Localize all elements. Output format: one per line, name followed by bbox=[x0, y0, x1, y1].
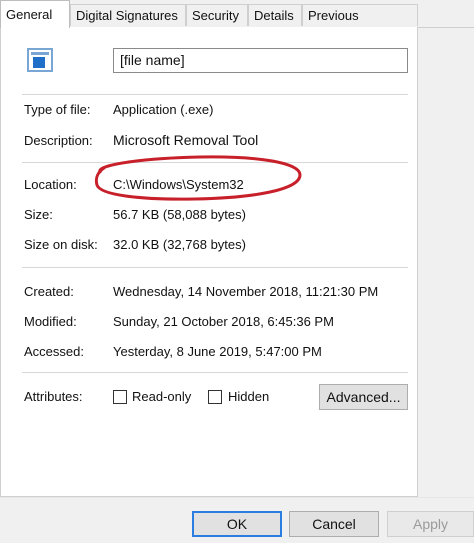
separator bbox=[22, 94, 408, 95]
read-only-label[interactable]: Read-only bbox=[132, 389, 191, 404]
size-on-disk-label: Size on disk: bbox=[24, 237, 98, 252]
ok-button[interactable]: OK bbox=[192, 511, 282, 537]
accessed-label: Accessed: bbox=[24, 344, 84, 359]
advanced-button[interactable]: Advanced... bbox=[319, 384, 408, 410]
attributes-label: Attributes: bbox=[24, 389, 83, 404]
hidden-checkbox[interactable] bbox=[208, 390, 222, 404]
description-label: Description: bbox=[24, 133, 93, 148]
read-only-checkbox[interactable] bbox=[113, 390, 127, 404]
type-of-file-label: Type of file: bbox=[24, 102, 91, 117]
created-label: Created: bbox=[24, 284, 74, 299]
hidden-label[interactable]: Hidden bbox=[228, 389, 269, 404]
location-value: C:\Windows\System32 bbox=[113, 177, 244, 192]
tab-security[interactable]: Security bbox=[186, 4, 248, 26]
footer-divider bbox=[0, 497, 474, 498]
tab-details[interactable]: Details bbox=[248, 4, 302, 26]
type-of-file-value: Application (.exe) bbox=[113, 102, 214, 117]
accessed-value: Yesterday, 8 June 2019, 5:47:00 PM bbox=[113, 344, 322, 359]
created-value: Wednesday, 14 November 2018, 11:21:30 PM bbox=[113, 284, 379, 299]
general-panel bbox=[0, 27, 418, 497]
size-on-disk-value: 32.0 KB (32,768 bytes) bbox=[113, 237, 246, 252]
file-name-field[interactable]: [file name] bbox=[113, 48, 408, 73]
separator bbox=[22, 162, 408, 163]
cancel-button[interactable]: Cancel bbox=[289, 511, 379, 537]
size-label: Size: bbox=[24, 207, 53, 222]
apply-button[interactable]: Apply bbox=[387, 511, 474, 537]
separator bbox=[22, 372, 408, 373]
modified-value: Sunday, 21 October 2018, 6:45:36 PM bbox=[113, 314, 334, 329]
description-value: Microsoft Removal Tool bbox=[113, 132, 259, 148]
size-value: 56.7 KB (58,088 bytes) bbox=[113, 207, 246, 222]
application-window-icon bbox=[27, 48, 53, 72]
tab-previous-versions[interactable]: Previous Versions bbox=[302, 4, 418, 45]
location-label: Location: bbox=[24, 177, 77, 192]
tab-general[interactable]: General bbox=[0, 0, 70, 28]
tab-strip: General Digital Signatures Security Deta… bbox=[0, 0, 474, 45]
separator bbox=[22, 267, 408, 268]
tab-digital-signatures[interactable]: Digital Signatures bbox=[70, 4, 186, 26]
modified-label: Modified: bbox=[24, 314, 77, 329]
